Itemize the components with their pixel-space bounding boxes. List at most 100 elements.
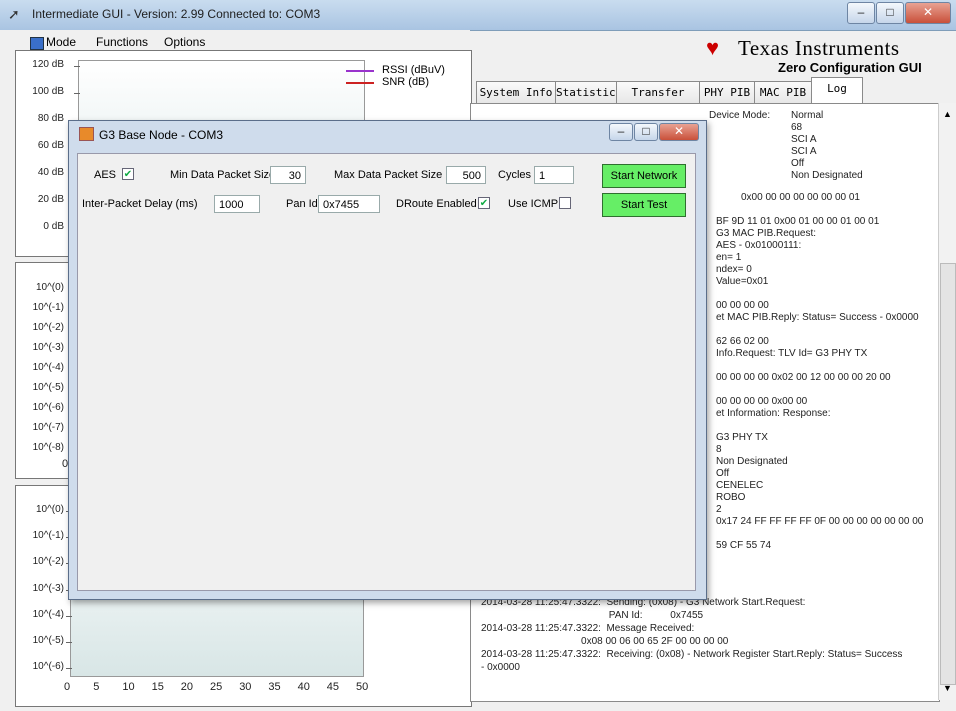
log-line: SCI A (791, 146, 817, 157)
max-packet-input[interactable]: 500 (446, 166, 486, 184)
scroll-up-icon[interactable]: ▲ (943, 109, 952, 119)
log-line: Non Designated (716, 456, 788, 467)
tab-system-info[interactable]: System Info (476, 81, 556, 104)
scroll-thumb[interactable] (940, 263, 956, 685)
log-line: Normal (791, 110, 824, 121)
log-line: 2014-03-28 11:25:47.3322: Receiving: (0x… (481, 649, 903, 660)
company-name: Texas Instruments (738, 36, 900, 60)
dialog-maximize-button[interactable]: □ (634, 123, 658, 141)
per-y-tick-label: 10^(-2) (32, 556, 64, 568)
log-line: Off (716, 468, 730, 479)
log-line: G3 MAC PIB.Request: (716, 228, 817, 239)
log-line: et Information: Response: (716, 408, 831, 419)
error-rate-y-tick-label: 10^(-4) (32, 362, 64, 373)
scroll-down-icon[interactable]: ▼ (943, 683, 952, 693)
menu-mode[interactable]: Mode (46, 35, 76, 49)
icmp-checkbox[interactable] (559, 197, 571, 209)
min-packet-input[interactable]: 30 (270, 166, 306, 184)
log-line: AES - 0x01000111: (716, 240, 802, 251)
tab-transfer-info[interactable]: Transfer Info (616, 81, 700, 121)
log-line: Off (791, 158, 805, 169)
dialog-close-button[interactable]: ✕ (659, 123, 699, 141)
per-y-tick-label: 10^(0) (35, 504, 64, 515)
log-line: ROBO (716, 492, 746, 503)
per-x-tick-label: 25 (210, 681, 223, 693)
legend-snr-swatch (346, 82, 374, 84)
log-line: - 0x0000 (481, 662, 520, 673)
delay-label: Inter-Packet Delay (ms) (82, 198, 198, 210)
per-y-tick (66, 668, 72, 669)
log-line: PAN Id: 0x7455 (481, 610, 704, 621)
aes-checkbox[interactable]: ✔ (122, 168, 134, 180)
signal-y-tick (74, 66, 80, 67)
max-packet-label: Max Data Packet Size (334, 169, 443, 181)
app-icon: ➚ (8, 6, 20, 22)
start-network-button[interactable]: Start Network (602, 164, 686, 188)
log-line: SCI A (791, 134, 817, 145)
icmp-label: Use ICMP (508, 198, 559, 210)
per-y-tick-label: 10^(-6) (32, 661, 64, 672)
signal-y-tick (74, 93, 80, 94)
panid-input[interactable]: 0x7455 (318, 195, 380, 213)
per-y-tick-label: 10^(-1) (32, 530, 64, 542)
error-rate-y-tick-label: 10^(-3) (32, 342, 64, 353)
droute-checkbox[interactable]: ✔ (478, 197, 490, 209)
tab-statistics[interactable]: Statistics (555, 81, 622, 104)
per-x-tick-label: 40 (297, 681, 310, 693)
per-x-tick-label: 15 (151, 681, 164, 693)
log-line: 2 (716, 504, 722, 515)
start-test-button[interactable]: Start Test (602, 193, 686, 217)
error-rate-y-tick-label: 10^(-6) (32, 402, 64, 413)
per-y-tick-label: 10^(-4) (32, 608, 64, 620)
close-button[interactable]: ✕ (905, 2, 951, 24)
signal-y-tick-label: 40 dB (37, 167, 64, 178)
dialog-app-icon (79, 127, 94, 141)
log-line: ndex= 0 (716, 264, 752, 275)
error-rate-y-tick-label: 10^(-2) (32, 322, 64, 333)
log-line: Non Designated (791, 170, 863, 181)
menu-options[interactable]: Options (164, 35, 205, 49)
tab-log[interactable]: Log (811, 77, 863, 105)
signal-y-tick-label: 120 dB (32, 59, 64, 70)
log-scrollbar[interactable]: ▲ ▼ (938, 103, 956, 700)
dialog-title-bar: G3 Base Node - COM3 – □ ✕ (69, 121, 706, 147)
cycles-input[interactable]: 1 (534, 166, 574, 184)
error-rate-y-tick-label: 10^(-5) (32, 382, 64, 393)
per-y-tick (66, 615, 72, 617)
menu-functions[interactable]: Functions (96, 35, 148, 49)
base-node-dialog: G3 Base Node - COM3 – □ ✕ AES ✔ Min Data… (68, 120, 707, 600)
per-y-tick-label: 10^(-3) (32, 582, 64, 594)
cycles-label: Cycles (498, 169, 532, 181)
log-line: 0x17 24 FF FF FF FF 0F 00 00 00 00 00 00… (716, 516, 924, 527)
app-subtitle: Zero Configuration GUI (778, 60, 922, 75)
log-line: et MAC PIB.Reply: Status= Success - 0x00… (716, 312, 919, 323)
log-line: 8 (716, 444, 722, 455)
log-line: 00 00 00 00 (716, 300, 769, 311)
per-x-tick-label: 5 (93, 681, 100, 693)
log-line: 2014-03-28 11:25:47.3322: Message Receiv… (481, 623, 695, 634)
aes-label: AES (94, 169, 117, 181)
log-line: 0x00 00 00 00 00 00 00 01 (741, 192, 860, 203)
per-x-tick-label: 45 (326, 681, 340, 693)
min-packet-label: Min Data Packet Size (170, 169, 276, 181)
dialog-minimize-button[interactable]: – (609, 123, 633, 141)
tab-phy-pib[interactable]: PHY PIB (699, 81, 755, 104)
delay-input[interactable]: 1000 (214, 195, 260, 213)
dialog-body: AES ✔ Min Data Packet Size 30 Max Data P… (77, 153, 696, 591)
error-rate-y-tick-label: 10^(-7) (32, 422, 64, 433)
signal-y-tick-label: 20 dB (37, 194, 64, 205)
log-line: en= 1 (716, 252, 742, 263)
error-rate-y-tick-label: 10^(-8) (32, 442, 64, 453)
minimize-button[interactable]: – (847, 2, 875, 24)
log-line: G3 PHY TX (716, 432, 768, 443)
signal-y-tick-label: 100 dB (32, 86, 64, 97)
per-y-tick (66, 641, 72, 643)
maximize-button[interactable]: □ (876, 2, 904, 24)
tab-mac-pib[interactable]: MAC PIB (754, 81, 812, 104)
error-rate-y-tick-label: 10^(-1) (32, 302, 64, 313)
